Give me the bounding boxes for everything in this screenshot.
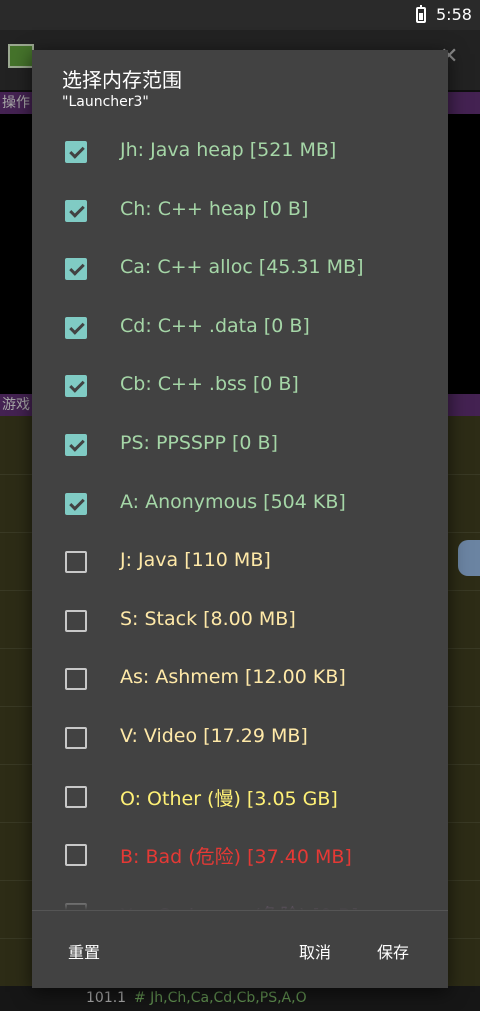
- dialog-subtitle: "Launcher3": [62, 94, 149, 110]
- status-clock: 5:58: [436, 5, 472, 24]
- memory-range-option[interactable]: A: Anonymous [504 KB]: [32, 474, 448, 533]
- option-label: V: Video [17.29 MB]: [120, 724, 308, 747]
- checkbox-checked-icon[interactable]: [65, 433, 87, 456]
- option-label: B: Bad (危险) [37.40 MB]: [120, 846, 352, 869]
- memory-range-option[interactable]: B: Bad (危险) [37.40 MB]: [32, 825, 448, 884]
- memory-range-option[interactable]: S: Stack [8.00 MB]: [32, 591, 448, 650]
- option-label: PS: PPSSPP [0 B]: [120, 431, 278, 454]
- memory-range-option[interactable]: Jh: Java heap [521 MB]: [32, 122, 448, 181]
- memory-range-option[interactable]: Cd: C++ .data [0 B]: [32, 298, 448, 357]
- battery-icon: [416, 5, 426, 23]
- reset-button[interactable]: 重置: [68, 939, 100, 963]
- list-fade: [32, 890, 448, 910]
- memory-range-option[interactable]: Ca: C++ alloc [45.31 MB]: [32, 239, 448, 298]
- dialog-footer: 重置 取消 保存: [32, 910, 448, 988]
- memory-range-dialog: 选择内存范围 "Launcher3" Jh: Java heap [521 MB…: [32, 50, 448, 988]
- checkbox-checked-icon[interactable]: [65, 375, 87, 398]
- memory-range-option[interactable]: J: Java [110 MB]: [32, 532, 448, 591]
- option-label: J: Java [110 MB]: [120, 549, 271, 572]
- option-label: S: Stack [8.00 MB]: [120, 607, 296, 630]
- option-label: Cd: C++ .data [0 B]: [120, 314, 310, 337]
- checkbox-unchecked-icon[interactable]: [65, 785, 87, 808]
- checkbox-unchecked-icon[interactable]: [65, 844, 87, 867]
- memory-range-option[interactable]: V: Video [17.29 MB]: [32, 708, 448, 767]
- memory-range-list[interactable]: Jh: Java heap [521 MB] Ch: C++ heap [0 B]…: [32, 122, 448, 910]
- checkbox-unchecked-icon[interactable]: [65, 551, 87, 574]
- checkbox-unchecked-icon[interactable]: [65, 609, 87, 632]
- checkbox-unchecked-icon[interactable]: [65, 668, 87, 691]
- checkbox-checked-icon[interactable]: [65, 199, 87, 222]
- memory-range-option[interactable]: Ch: C++ heap [0 B]: [32, 181, 448, 240]
- option-label: Ch: C++ heap [0 B]: [120, 197, 309, 220]
- checkbox-checked-icon[interactable]: [65, 492, 87, 515]
- checkbox-checked-icon[interactable]: [65, 258, 87, 281]
- checkbox-checked-icon[interactable]: [65, 316, 87, 339]
- memory-range-option[interactable]: PS: PPSSPP [0 B]: [32, 415, 448, 474]
- memory-range-option[interactable]: Cb: C++ .bss [0 B]: [32, 356, 448, 415]
- option-label: Cb: C++ .bss [0 B]: [120, 373, 299, 396]
- memory-range-option[interactable]: As: Ashmem [12.00 KB]: [32, 649, 448, 708]
- checkbox-checked-icon[interactable]: [65, 141, 87, 163]
- cancel-button[interactable]: 取消: [299, 939, 331, 963]
- option-label: As: Ashmem [12.00 KB]: [120, 666, 346, 689]
- status-bar: 5:58: [0, 0, 480, 30]
- option-label: Jh: Java heap [521 MB]: [120, 139, 337, 161]
- dialog-title: 选择内存范围: [62, 68, 182, 92]
- save-button[interactable]: 保存: [377, 939, 409, 963]
- option-label: Ca: C++ alloc [45.31 MB]: [120, 256, 364, 279]
- checkbox-unchecked-icon[interactable]: [65, 726, 87, 749]
- option-label: A: Anonymous [504 KB]: [120, 490, 346, 513]
- memory-range-option[interactable]: O: Other (慢) [3.05 GB]: [32, 767, 448, 826]
- option-label: O: Other (慢) [3.05 GB]: [120, 787, 338, 810]
